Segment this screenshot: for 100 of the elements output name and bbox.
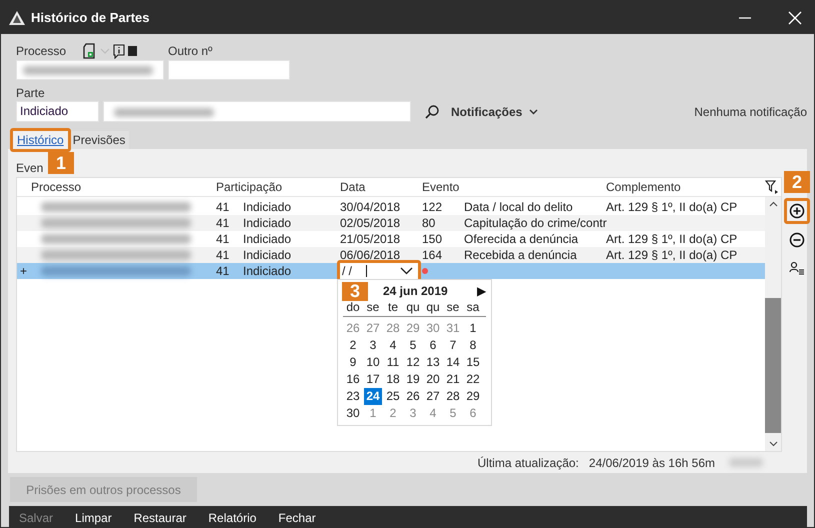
footer-button[interactable]: Fechar	[278, 511, 316, 525]
callout-number: 3	[342, 282, 368, 302]
calendar-day[interactable]: 2	[384, 405, 402, 422]
filter-icon[interactable]	[765, 180, 779, 194]
calendar-day[interactable]: 25	[384, 388, 402, 406]
calendar-day[interactable]: 22	[464, 371, 482, 388]
calendar-day[interactable]: 13	[424, 354, 442, 372]
table-row[interactable]: 41 Indiciado 06/06/2018 164 Recebida a denúncia Art. 129 § 1º, II do(a) CP	[17, 247, 765, 264]
calendar-day[interactable]: 6	[424, 337, 442, 354]
callout-number: 1	[48, 152, 74, 174]
table-cell-text: 21/05/2018	[340, 232, 402, 246]
square-icon	[128, 45, 138, 57]
remove-icon	[789, 232, 805, 248]
column-header[interactable]: Participação	[216, 180, 340, 194]
table-cell-text: 80	[422, 216, 436, 230]
calendar-day[interactable]: 29	[404, 320, 422, 338]
status-value: 24/06/2019 às 16h 56m	[588, 456, 715, 470]
table-cell-text: 122	[422, 200, 444, 214]
calendar-day[interactable]: 1	[464, 320, 482, 338]
calendar-day[interactable]: 23	[344, 388, 362, 406]
scrollbar-thumb[interactable]	[765, 298, 781, 434]
input-field[interactable]	[168, 60, 290, 80]
calendar-day[interactable]: 9	[344, 354, 362, 372]
calendar-day[interactable]: 12	[404, 354, 422, 372]
calendar-day[interactable]: 20	[424, 371, 442, 388]
calendar-day[interactable]: 10	[364, 354, 382, 372]
column-header[interactable]: Processo	[31, 180, 216, 194]
calendar-day[interactable]: 24	[364, 388, 382, 406]
calendar-day[interactable]: 5	[404, 337, 422, 354]
footer-button[interactable]: Restaurar	[134, 511, 186, 525]
table-cell-text: Recebida a denúncia	[464, 248, 578, 262]
close-icon[interactable]	[788, 10, 802, 24]
chevron-down-icon	[529, 108, 538, 114]
next-month-button[interactable]: ▶	[477, 284, 486, 298]
calendar-day[interactable]: 16	[344, 371, 362, 388]
field-label: Outro nº	[168, 43, 214, 60]
calendar-day[interactable]: 21	[444, 371, 462, 388]
tab[interactable]: Previsões	[68, 131, 130, 149]
calendar-day[interactable]: 17	[364, 371, 382, 388]
notifications-dropdown[interactable]: Notificações	[451, 104, 538, 118]
weekday-label: te	[388, 300, 398, 316]
input-field[interactable]: Indiciado	[16, 101, 99, 122]
chevron-down-icon[interactable]	[768, 441, 778, 448]
calendar-day[interactable]: 27	[424, 388, 442, 406]
calendar-day[interactable]: 30	[344, 405, 362, 422]
calendar-day[interactable]: 8	[464, 337, 482, 354]
calendar-day[interactable]: 6	[464, 405, 482, 422]
search-icon[interactable]	[425, 104, 439, 118]
calendar-day[interactable]: 29	[464, 388, 482, 406]
column-header[interactable]: Complemento	[606, 180, 765, 194]
calendar-day[interactable]: 14	[444, 354, 462, 372]
table-cell-text: 164	[422, 248, 444, 262]
calendar-day[interactable]: 18	[384, 371, 402, 388]
app-logo-icon	[9, 10, 25, 24]
calendar-day[interactable]: 4	[424, 405, 442, 422]
table-row[interactable]: 41 Indiciado 21/05/2018 150 Oferecida a denúncia Art. 129 § 1º, II do(a) CP	[17, 231, 765, 248]
field-label: Processo	[16, 44, 66, 58]
table-cell-text: 41	[216, 264, 230, 278]
table-cell-text: Data / local do delito	[464, 200, 574, 214]
status-label: Última atualização:	[478, 456, 579, 470]
footer-button[interactable]: Relatório	[208, 511, 256, 525]
document-icon[interactable]	[82, 43, 96, 59]
calendar-day[interactable]: 26	[344, 320, 362, 338]
calendar-day[interactable]: 15	[464, 354, 482, 372]
calendar-day[interactable]: 19	[404, 371, 422, 388]
table-cell-text: Oferecida a denúncia	[464, 232, 580, 246]
calendar-day[interactable]: 1	[364, 405, 382, 422]
table-cell-text: 06/06/2018	[340, 248, 402, 262]
calendar-day[interactable]: 30	[424, 320, 442, 338]
date-field[interactable]: / /	[338, 263, 418, 280]
table-cell-text: 41	[216, 248, 230, 262]
chevron-up-icon[interactable]	[768, 201, 778, 208]
calendar-day[interactable]: 27	[364, 320, 382, 338]
calendar-day[interactable]: 26	[404, 388, 422, 406]
calendar-day[interactable]: 3	[364, 337, 382, 354]
table-row[interactable]: 41 Indiciado 02/05/2018 80 Capitulação do crime/contr	[17, 215, 765, 232]
info-document-icon[interactable]	[113, 44, 126, 58]
calendar-day[interactable]: 5	[444, 405, 462, 422]
calendar-day[interactable]: 11	[384, 354, 402, 372]
column-header[interactable]: Evento	[422, 180, 606, 194]
calendar-day[interactable]: 3	[404, 405, 422, 422]
input-field[interactable]	[16, 60, 164, 80]
table-cell: Capitulação do crime/contr	[464, 216, 606, 230]
scrollbar[interactable]	[765, 197, 781, 452]
calendar-day[interactable]: 28	[384, 320, 402, 338]
calendar-day[interactable]: 2	[344, 337, 362, 354]
window-title: Histórico de Partes	[31, 10, 150, 25]
tab[interactable]: Histórico	[13, 131, 68, 149]
table-cell-text: Art. 129 § 1º, II do(a) CP	[606, 232, 738, 246]
calendar-day[interactable]: 28	[444, 388, 462, 406]
calendar-day[interactable]: 4	[384, 337, 402, 354]
weekday-label: sa	[466, 300, 480, 316]
column-header[interactable]: Data	[340, 180, 422, 194]
table-cell-text: 41	[216, 216, 230, 230]
calendar-day[interactable]: 7	[444, 337, 462, 354]
table-row[interactable]: 41 Indiciado 30/04/2018 122 Data / local do delito Art. 129 § 1º, II do(a) CP	[17, 199, 765, 216]
input-field[interactable]	[103, 101, 411, 122]
table-cell-text: Indiciado	[243, 232, 292, 246]
calendar-day[interactable]: 31	[444, 320, 462, 338]
footer-button[interactable]: Limpar	[75, 511, 112, 525]
